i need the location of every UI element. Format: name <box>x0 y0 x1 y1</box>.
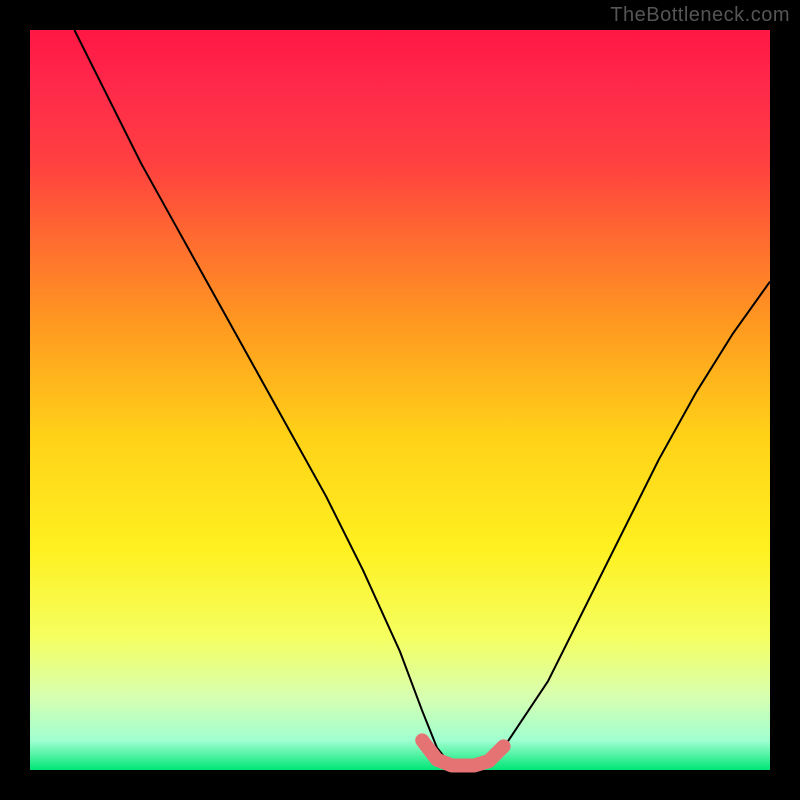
chart-container: TheBottleneck.com <box>0 0 800 800</box>
chart-background-gradient <box>30 30 770 770</box>
watermark-text: TheBottleneck.com <box>610 4 790 27</box>
bottleneck-chart <box>0 0 800 800</box>
